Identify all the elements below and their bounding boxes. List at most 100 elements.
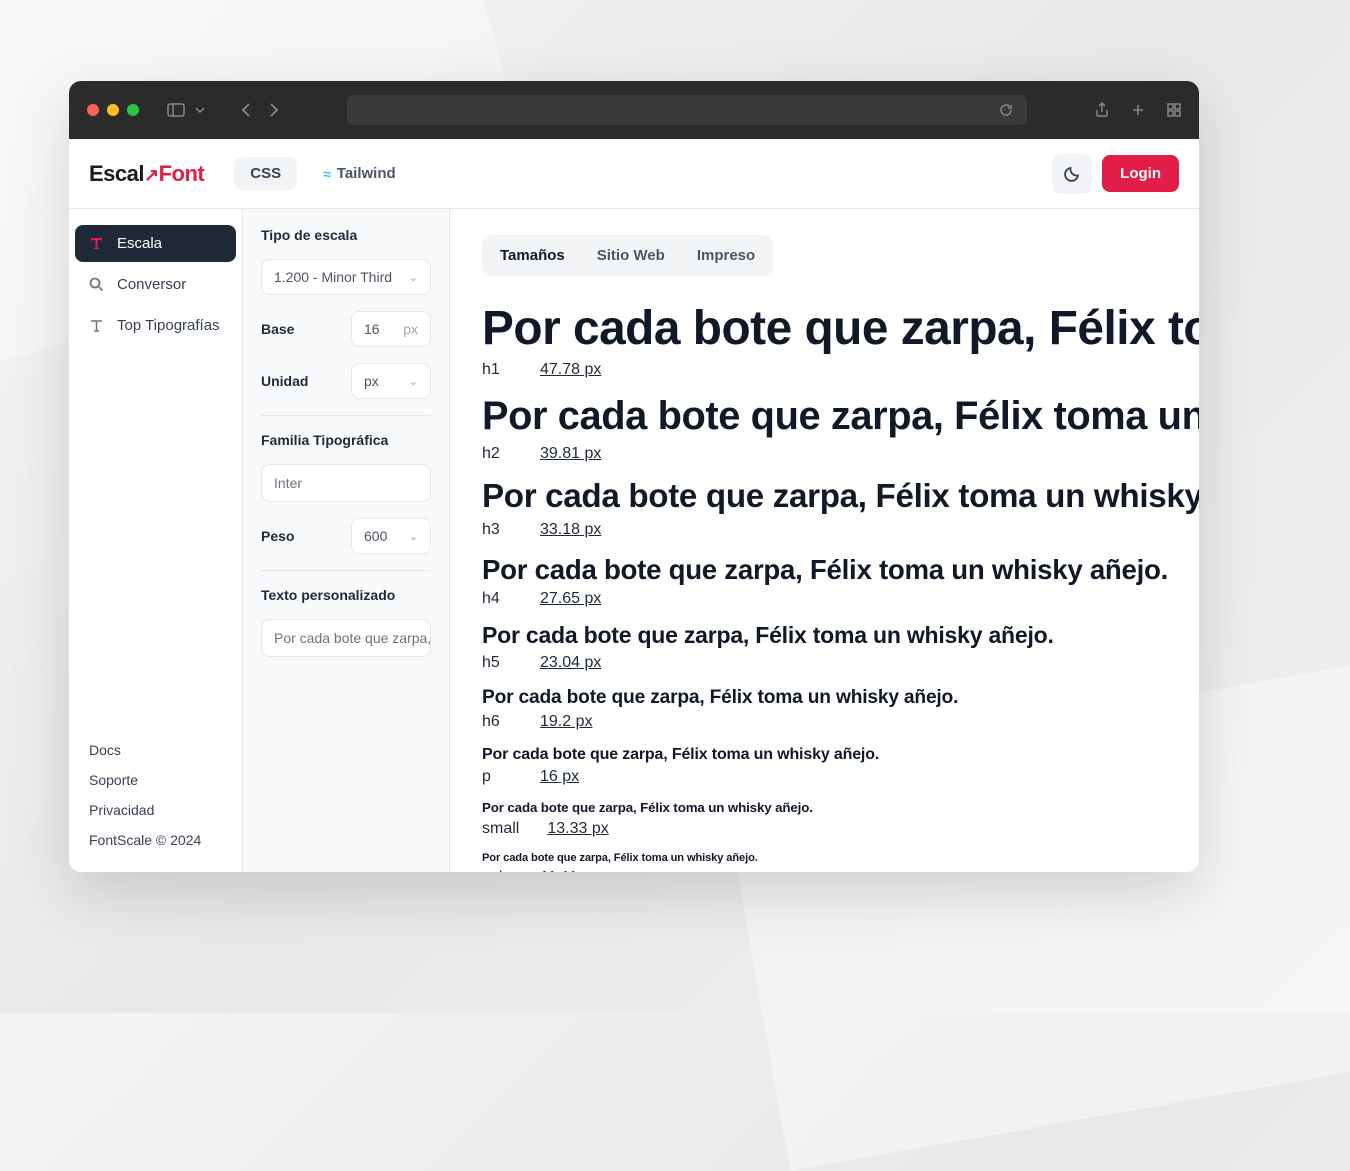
sidebar-item-label: Escala xyxy=(117,235,162,252)
scale-meta: h1 47.78 px xyxy=(482,361,1199,379)
scale-tag: h1 xyxy=(482,361,512,379)
moon-icon xyxy=(1063,165,1081,183)
preview-area: Tamaños Sitio Web Impreso Por cada bote … xyxy=(450,209,1199,872)
scale-size-link[interactable]: 16 px xyxy=(540,768,579,786)
base-unit: px xyxy=(403,321,418,337)
sidebar: Escala Conversor Top Tipografías Docs So… xyxy=(69,209,243,872)
window-minimize[interactable] xyxy=(107,104,119,116)
logo-arrow-icon: ↗ xyxy=(144,165,159,185)
sidebar-toggle-icon[interactable] xyxy=(167,103,185,117)
sample-text: Por cada bote que zarpa, Félix toma un w… xyxy=(482,686,1199,709)
type-icon xyxy=(89,318,105,333)
base-label: Base xyxy=(261,321,294,337)
scale-tag: h2 xyxy=(482,445,512,463)
font-family-label: Familia Tipográfica xyxy=(261,432,431,448)
scale-tag: p xyxy=(482,768,512,786)
scale-type-select[interactable]: 1.200 - Minor Third ⌄ xyxy=(261,259,431,295)
scale-size-link[interactable]: 23.04 px xyxy=(540,654,601,672)
scale-size-link[interactable]: 13.33 px xyxy=(547,820,608,838)
weight-label: Peso xyxy=(261,528,294,544)
base-value: 16 xyxy=(364,321,380,337)
type-icon xyxy=(89,236,105,251)
footer-docs[interactable]: Docs xyxy=(89,742,222,758)
scale-row-h1: Por cada bote que zarpa, Félix toma un w… xyxy=(482,300,1199,379)
footer-copyright: FontScale © 2024 xyxy=(89,832,222,848)
sample-text: Por cada bote que zarpa, Félix toma un w… xyxy=(482,622,1199,650)
scale-meta: h5 23.04 px xyxy=(482,654,1199,672)
weight-select[interactable]: 600 ⌄ xyxy=(351,518,431,554)
url-bar[interactable] xyxy=(347,95,1027,125)
scale-row-sub: Por cada bote que zarpa, Félix toma un w… xyxy=(482,852,1199,872)
unit-value: px xyxy=(364,373,379,389)
footer-support[interactable]: Soporte xyxy=(89,772,222,788)
tab-tamanos[interactable]: Tamaños xyxy=(486,239,579,272)
tab-impreso[interactable]: Impreso xyxy=(683,239,769,272)
scale-tag: small xyxy=(482,820,519,838)
sidebar-item-escala[interactable]: Escala xyxy=(75,225,236,262)
scale-size-link[interactable]: 33.18 px xyxy=(540,521,601,539)
scale-tag: h4 xyxy=(482,590,512,608)
scale-list: Por cada bote que zarpa, Félix toma un w… xyxy=(482,300,1199,872)
scale-row-p: Por cada bote que zarpa, Félix toma un w… xyxy=(482,745,1199,786)
scale-row-h3: Por cada bote que zarpa, Félix toma un w… xyxy=(482,477,1199,539)
unit-select[interactable]: px ⌄ xyxy=(351,363,431,399)
sample-text: Por cada bote que zarpa, Félix toma un w… xyxy=(482,477,1199,517)
chevron-down-icon: ⌄ xyxy=(409,271,418,284)
scale-meta: p 16 px xyxy=(482,768,1199,786)
nav-forward-icon[interactable] xyxy=(269,102,279,118)
scale-meta: h4 27.65 px xyxy=(482,590,1199,608)
scale-row-h4: Por cada bote que zarpa, Félix toma un w… xyxy=(482,553,1199,608)
reload-icon[interactable] xyxy=(999,103,1013,117)
code-tab-css[interactable]: CSS xyxy=(234,157,297,190)
scale-row-h2: Por cada bote que zarpa, Félix toma un w… xyxy=(482,393,1199,463)
sidebar-item-conversor[interactable]: Conversor xyxy=(75,266,236,303)
base-input[interactable]: 16 px xyxy=(351,311,431,347)
theme-toggle[interactable] xyxy=(1052,154,1092,194)
sample-text: Por cada bote que zarpa, Félix toma un w… xyxy=(482,553,1199,586)
scale-meta: small 13.33 px xyxy=(482,820,1199,838)
sidebar-item-label: Conversor xyxy=(117,276,186,293)
scale-tag: h3 xyxy=(482,521,512,539)
scale-size-link[interactable]: 19.2 px xyxy=(540,713,592,731)
sample-text: Por cada bote que zarpa, Félix toma un w… xyxy=(482,745,1199,764)
footer-privacy[interactable]: Privacidad xyxy=(89,802,222,818)
new-tab-icon[interactable] xyxy=(1131,103,1145,117)
tab-sitio-web[interactable]: Sitio Web xyxy=(583,239,679,272)
scale-meta: h3 33.18 px xyxy=(482,521,1199,539)
browser-window: Escal↗Font CSS ≈ Tailwind Login Escala xyxy=(69,81,1199,872)
font-family-input[interactable]: Inter xyxy=(261,464,431,502)
tabs-overview-icon[interactable] xyxy=(1167,103,1181,117)
custom-text-input[interactable]: Por cada bote que zarpa, xyxy=(261,619,431,657)
scale-size-link[interactable]: 11.11 px xyxy=(540,869,599,872)
scale-type-label: Tipo de escala xyxy=(261,227,431,243)
nav-back-icon[interactable] xyxy=(241,102,251,118)
window-close[interactable] xyxy=(87,104,99,116)
scale-type-value: 1.200 - Minor Third xyxy=(274,269,392,285)
scale-tag: sub xyxy=(482,869,512,872)
scale-size-link[interactable]: 47.78 px xyxy=(540,361,601,379)
code-tab-tailwind-label: Tailwind xyxy=(337,165,396,182)
app-header: Escal↗Font CSS ≈ Tailwind Login xyxy=(69,139,1199,209)
search-icon xyxy=(89,277,105,292)
chevron-down-icon[interactable] xyxy=(195,107,205,113)
logo-text-2: Font xyxy=(159,161,205,186)
logo-text-1: Escal xyxy=(89,161,144,186)
scale-size-link[interactable]: 39.81 px xyxy=(540,445,601,463)
scale-row-h5: Por cada bote que zarpa, Félix toma un w… xyxy=(482,622,1199,672)
share-icon[interactable] xyxy=(1095,102,1109,118)
controls-panel: Tipo de escala 1.200 - Minor Third ⌄ Bas… xyxy=(243,209,450,872)
scale-tag: h5 xyxy=(482,654,512,672)
sidebar-item-top-tipografias[interactable]: Top Tipografías xyxy=(75,307,236,344)
sidebar-item-label: Top Tipografías xyxy=(117,317,220,334)
logo[interactable]: Escal↗Font xyxy=(89,161,204,187)
scale-row-h6: Por cada bote que zarpa, Félix toma un w… xyxy=(482,686,1199,731)
scale-size-link[interactable]: 27.65 px xyxy=(540,590,601,608)
code-tab-tailwind[interactable]: ≈ Tailwind xyxy=(307,157,412,190)
divider xyxy=(261,570,431,571)
browser-titlebar xyxy=(69,81,1199,139)
scale-meta: h619.2 px xyxy=(482,713,1199,731)
window-maximize[interactable] xyxy=(127,104,139,116)
sample-text: Por cada bote que zarpa, Félix toma un w… xyxy=(482,852,1199,865)
preview-tabs: Tamaños Sitio Web Impreso xyxy=(482,235,773,276)
login-button[interactable]: Login xyxy=(1102,155,1179,192)
